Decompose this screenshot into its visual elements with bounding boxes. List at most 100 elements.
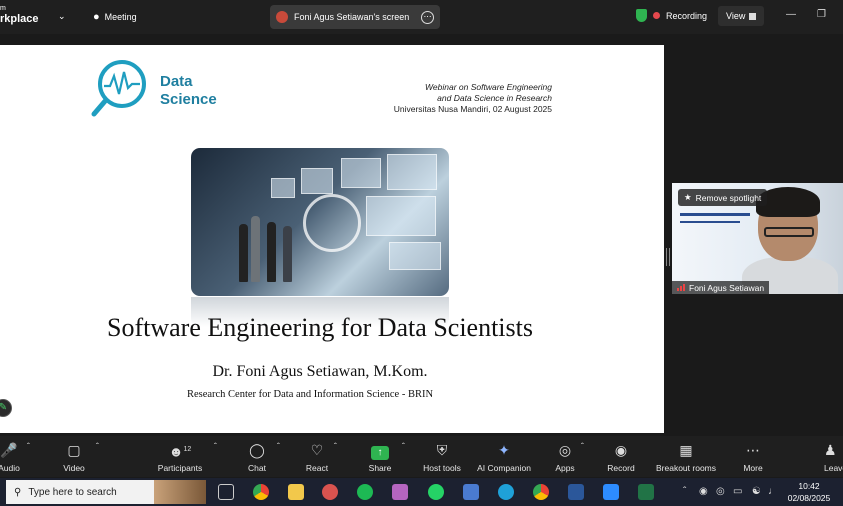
breakout-rooms-button[interactable]: ▦ Breakout rooms [654,441,718,473]
participants-button[interactable]: ☻12 Participants [156,441,204,473]
app-icon[interactable] [322,484,338,500]
participants-icon: ☻12 [168,443,192,460]
camera-icon: ▢ [67,442,81,458]
avatar [276,11,288,23]
screen-share-label: Foni Agus Setiawan's screen [294,12,410,22]
search-highlight-image [154,480,206,504]
volume-icon[interactable]: ♩ [768,486,778,497]
chat-icon: ◯ [249,442,265,458]
top-bar: m rkplace ⌄ ● Meeting Foni Agus Setiawan… [0,0,843,34]
host-tools-button[interactable]: ⛨ Host tools [420,441,464,473]
slide-photo [191,148,449,296]
zoom-window: m rkplace ⌄ ● Meeting Foni Agus Setiawan… [0,0,843,506]
microphone-muted-icon: 🎤 [0,442,18,458]
video-button[interactable]: ▢ Video [58,441,90,473]
meeting-menu[interactable]: ● Meeting [93,11,137,23]
file-explorer-icon[interactable] [288,484,304,500]
windows-taskbar: ⚲ Type here to search ˆ ◉ ◎ ▭ ☯ ♩ 10:42 … [0,478,843,506]
heart-icon: ♡ [310,442,324,458]
zoom-icon[interactable] [603,484,619,500]
remove-spotlight-label: Remove spotlight [695,192,762,203]
taskbar-search[interactable]: ⚲ Type here to search [6,480,206,504]
shared-screen: Data Science Webinar on Software Enginee… [0,45,664,433]
audio-label: Audio [0,463,20,473]
whatsapp-icon[interactable] [428,484,444,500]
chrome-icon[interactable] [533,484,549,500]
remove-spotlight-button[interactable]: ★ Remove spotlight [678,189,768,206]
edge-icon[interactable] [498,484,514,500]
apps-button[interactable]: ◎ Apps [552,441,578,473]
leave-label: Leave [824,463,843,473]
restore-icon[interactable]: ❐ [817,9,826,20]
record-label: Record [607,463,635,473]
participants-label: Participants [157,463,203,473]
breakout-rooms-label: Breakout rooms [656,463,716,473]
share-caret-icon[interactable]: ˆ [402,441,405,451]
chat-label: Chat [248,463,266,473]
video-caret-icon[interactable]: ˆ [96,441,99,451]
participants-count: 12 [183,446,192,453]
sparkle-icon: ✦ [498,442,510,458]
shield-icon: ⛨ [436,442,448,458]
calculator-icon[interactable] [463,484,479,500]
webinar-line-3: Universitas Nusa Mandiri, 02 August 2025 [393,104,552,114]
more-icon: ⋯ [746,442,760,458]
view-label: View [726,11,746,21]
tray-chevron-icon[interactable]: ˆ [683,486,686,497]
participant-face [742,187,838,294]
clock-time: 10:42 [798,481,820,491]
view-button[interactable]: View [718,6,765,26]
workspace-label[interactable]: m rkplace [0,4,39,25]
ai-companion-label: AI Companion [477,463,531,473]
wifi-icon[interactable]: ☯ [752,486,761,497]
word-icon[interactable] [568,484,584,500]
logo-line-2: Science [160,91,217,108]
webinar-info: Webinar on Software Engineering and Data… [394,82,552,115]
logo-line-1: Data [160,73,193,90]
battery-icon[interactable]: ▭ [733,486,742,497]
app-icon[interactable] [392,484,408,500]
chat-button[interactable]: ◯ Chat [244,441,270,473]
leave-icon: ♟ [824,442,837,458]
signal-bars-icon [677,284,685,291]
participant-name: Foni Agus Setiawan [689,282,765,293]
panel-resize-handle[interactable] [666,248,670,266]
record-icon: ◉ [614,442,628,458]
chevron-down-icon[interactable]: ⌄ [58,11,66,22]
video-label: Video [63,463,85,473]
excel-icon[interactable] [638,484,654,500]
paw-icon: ● [93,11,100,23]
more-options-icon[interactable]: ⋯ [421,10,434,24]
leave-button[interactable]: ♟ Leave [824,441,843,473]
taskbar-clock[interactable]: 10:42 02/08/2025 [784,480,834,504]
apps-caret-icon[interactable]: ˆ [581,441,584,451]
tray-app-icon[interactable]: ◉ [699,486,708,497]
task-view-icon[interactable] [218,484,234,500]
recording-label: Recording [666,10,708,21]
share-label: Share [368,463,392,473]
audio-caret-icon[interactable]: ˆ [27,441,30,451]
recording-indicator[interactable]: Recording [636,9,707,22]
slide-title: Software Engineering for Data Scientists [107,313,533,342]
audio-button[interactable]: 🎤 Audio [0,441,20,473]
screen-share-pill[interactable]: Foni Agus Setiawan's screen ⋯ [270,5,440,29]
spotify-icon[interactable] [357,484,373,500]
ai-companion-button[interactable]: ✦ AI Companion [474,441,534,473]
logo-text: Data Science [160,73,217,109]
chat-caret-icon[interactable]: ˆ [277,441,280,451]
chrome-icon[interactable] [253,484,269,500]
record-button[interactable]: ◉ Record [605,441,637,473]
react-caret-icon[interactable]: ˆ [334,441,337,451]
more-label: More [743,463,763,473]
participants-caret-icon[interactable]: ˆ [214,441,217,451]
slide-affiliation: Research Center for Data and Information… [186,389,434,400]
apps-label: Apps [555,463,575,473]
tray-app-icon[interactable]: ◎ [716,486,725,497]
slide-author: Dr. Foni Agus Setiawan, M.Kom. [212,363,428,380]
more-button[interactable]: ⋯ More [738,441,768,473]
share-button[interactable]: ↑ Share [366,441,394,473]
react-button[interactable]: ♡ React [303,441,331,473]
pin-icon: ★ [684,192,692,202]
minimize-icon[interactable]: — [786,9,796,20]
meeting-label: Meeting [104,12,137,22]
